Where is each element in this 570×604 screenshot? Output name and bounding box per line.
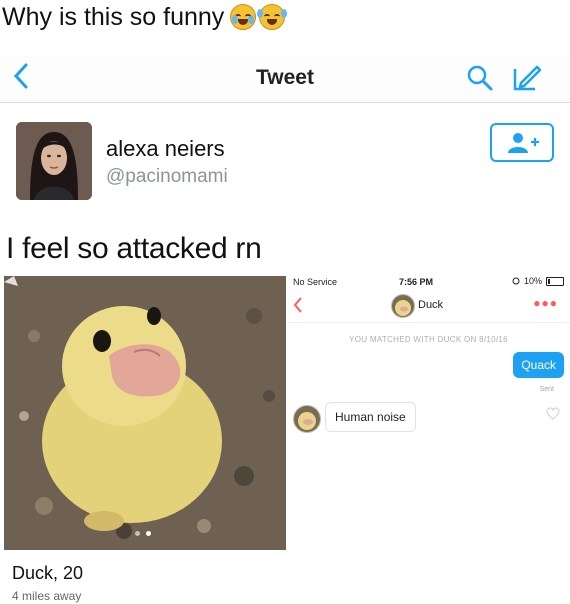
crying-face-icon xyxy=(230,4,257,30)
page-dot-active[interactable] xyxy=(146,531,151,536)
contact-avatar[interactable] xyxy=(391,294,415,318)
status-time: 7:56 PM xyxy=(399,277,434,287)
profile-distance: 4 miles away xyxy=(12,589,82,603)
caption-text: Why is this so funny xyxy=(2,3,225,31)
duckling-photo[interactable] xyxy=(4,276,286,550)
battery-percent: 10% xyxy=(523,276,542,286)
match-notice: YOU MATCHED WITH DUCK ON 8/10/16 xyxy=(349,335,508,344)
contact-name[interactable]: Duck xyxy=(418,299,443,311)
tweet-text: I feel so attacked rn xyxy=(6,232,262,265)
outgoing-message[interactable]: Quack xyxy=(513,352,564,378)
search-icon[interactable] xyxy=(466,64,494,97)
battery-status: 10% xyxy=(512,276,564,286)
location-icon xyxy=(512,277,520,285)
divider xyxy=(287,322,570,323)
more-options-icon[interactable]: ●●● xyxy=(533,296,558,310)
user-display-name[interactable]: alexa neiers xyxy=(106,136,225,162)
tears-of-joy-icon xyxy=(257,4,288,30)
compose-icon[interactable] xyxy=(512,64,542,97)
like-heart-icon[interactable] xyxy=(546,407,560,425)
user-avatar[interactable] xyxy=(16,122,92,200)
tweet-navbar: Tweet xyxy=(0,56,570,103)
incoming-message[interactable]: Human noise xyxy=(325,402,416,432)
follow-button[interactable] xyxy=(490,123,554,162)
post-caption: Why is this so funny xyxy=(2,0,288,34)
sender-avatar[interactable] xyxy=(293,405,321,433)
profile-name-age: Duck, 20 xyxy=(12,563,84,583)
chat-back-icon[interactable] xyxy=(292,296,304,319)
battery-icon xyxy=(546,276,564,286)
user-handle[interactable]: @pacinomami xyxy=(106,166,228,188)
add-user-icon xyxy=(508,132,539,153)
chat-screen: No Service 7:56 PM 10% Duck ●●● YOU MATC… xyxy=(287,272,570,582)
photo-page-dots[interactable] xyxy=(135,531,151,536)
status-bar: No Service 7:56 PM 10% xyxy=(287,272,570,290)
page-dot[interactable] xyxy=(135,531,140,536)
sent-label: Sent xyxy=(539,386,554,393)
carrier-status: No Service xyxy=(293,277,338,287)
